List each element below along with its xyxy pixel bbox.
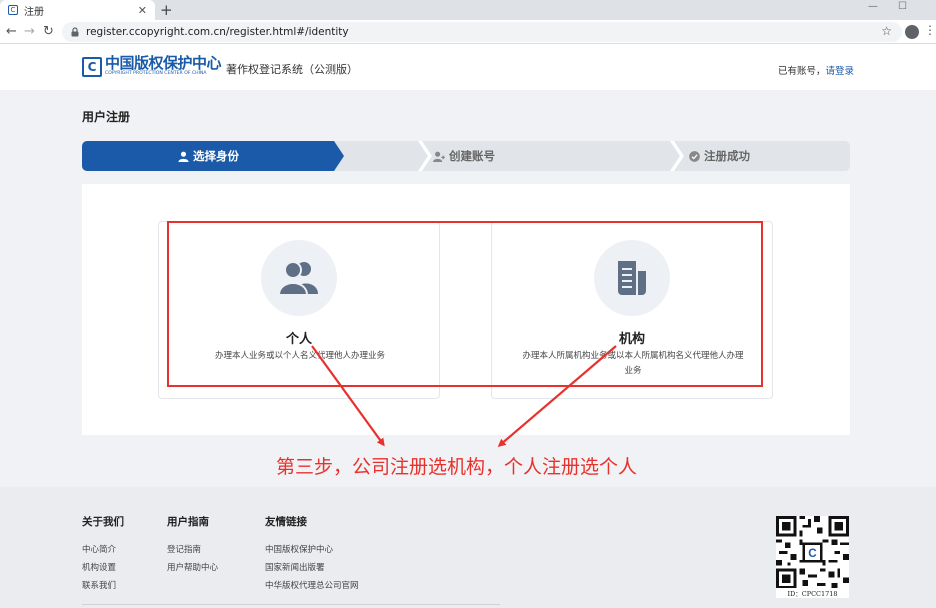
tab-title: 注册 — [24, 6, 44, 18]
site-footer: 关于我们 中心简介 机构设置 联系我们 用户指南 登记指南 用户帮助中心 友情链… — [0, 487, 936, 608]
step-register-success: 注册成功 — [689, 141, 750, 171]
logo-english-name: COPYRIGHT PROTECTION CENTER OF CHINA — [105, 71, 207, 76]
qr-logo-icon: C — [808, 547, 817, 560]
site-favicon-icon: C — [8, 5, 18, 15]
address-bar[interactable]: register.ccopyright.com.cn/register.html… — [62, 22, 902, 42]
menu-kebab-icon[interactable]: ⋮ — [924, 23, 936, 37]
card-description: 办理本人业务或以个人名义代理他人办理业务 — [214, 351, 385, 361]
footer-column-guide: 用户指南 登记指南 用户帮助中心 — [167, 514, 218, 577]
maximize-icon[interactable]: ☐ — [898, 0, 907, 14]
check-circle-icon — [689, 150, 700, 162]
forward-icon[interactable]: → — [24, 23, 35, 41]
reload-icon[interactable]: ↻ — [43, 23, 54, 41]
document-icon — [618, 261, 646, 295]
qr-code-icon: C — [776, 516, 849, 589]
tab-close-icon[interactable]: ✕ — [138, 4, 147, 17]
footer-heading: 用户指南 — [167, 516, 209, 528]
card-title: 机构 — [618, 332, 645, 347]
logo-chinese-name: 中国版权保护中心 — [105, 55, 222, 72]
footer-link[interactable]: 中华版权代理总公司官网 — [265, 577, 359, 595]
step-select-identity: 选择身份 — [178, 141, 239, 171]
footer-link[interactable]: 用户帮助中心 — [167, 559, 218, 577]
person-icon — [178, 151, 189, 162]
footer-link[interactable]: 登记指南 — [167, 541, 218, 559]
system-name: 著作权登记系统（公测版） — [226, 63, 358, 76]
identity-card-personal[interactable]: 个人 办理本人业务或以个人名义代理他人办理业务 — [158, 221, 440, 399]
profile-avatar-icon[interactable] — [905, 25, 919, 39]
card-icon-circle — [594, 240, 670, 316]
site-header: C 中国版权保护中心 COPYRIGHT PROTECTION CENTER O… — [0, 44, 936, 90]
bookmark-star-icon[interactable]: ☆ — [881, 24, 892, 38]
identity-card-organization[interactable]: 机构 办理本人所属机构业务或以本人所属机构名义代理他人办理业务 — [491, 221, 773, 399]
page-title: 用户注册 — [82, 110, 131, 124]
minimize-icon[interactable]: — — [868, 0, 878, 14]
login-area: 已有账号，请登录 — [778, 63, 854, 77]
card-description: 办理本人所属机构业务或以本人所属机构名义代理他人办理业务 — [522, 351, 744, 376]
footer-link[interactable]: 中国版权保护中心 — [265, 541, 359, 559]
footer-divider — [82, 604, 500, 605]
browser-toolbar: ← → ↻ register.ccopyright.com.cn/registe… — [0, 20, 936, 44]
qr-caption: ID：CPCC1718 — [776, 588, 849, 598]
footer-link[interactable]: 国家新闻出版署 — [265, 559, 359, 577]
annotation-text: 第三步，公司注册选机构，个人注册选个人 — [276, 456, 638, 478]
footer-link[interactable]: 联系我们 — [82, 577, 124, 595]
registration-steps: 选择身份 创建账号 注册成功 — [82, 141, 850, 171]
browser-tab-bar: C 注册 ✕ + — ☐ — [0, 0, 936, 20]
footer-heading: 友情链接 — [265, 516, 307, 528]
footer-column-links: 友情链接 中国版权保护中心 国家新闻出版署 中华版权代理总公司官网 — [265, 514, 359, 595]
card-icon-circle — [261, 240, 337, 316]
card-title: 个人 — [285, 332, 312, 347]
step-create-account: 创建账号 — [433, 141, 495, 171]
new-tab-icon[interactable]: + — [160, 1, 173, 19]
site-logo[interactable]: C 中国版权保护中心 COPYRIGHT PROTECTION CENTER O… — [82, 55, 222, 77]
copyright-logo-icon: C — [82, 56, 102, 77]
lock-icon — [71, 27, 79, 37]
url-text: register.ccopyright.com.cn/register.html… — [86, 26, 349, 38]
login-link[interactable]: 请登录 — [826, 66, 855, 77]
footer-link[interactable]: 中心简介 — [82, 541, 124, 559]
account-prompt: 已有账号， — [778, 66, 826, 77]
footer-column-about: 关于我们 中心简介 机构设置 联系我们 — [82, 514, 124, 595]
user-add-icon — [433, 151, 445, 162]
users-icon — [278, 261, 318, 296]
browser-tab[interactable]: C 注册 ✕ — [0, 0, 155, 20]
footer-link[interactable]: 机构设置 — [82, 559, 124, 577]
footer-heading: 关于我们 — [82, 516, 124, 528]
back-icon[interactable]: ← — [6, 23, 17, 41]
